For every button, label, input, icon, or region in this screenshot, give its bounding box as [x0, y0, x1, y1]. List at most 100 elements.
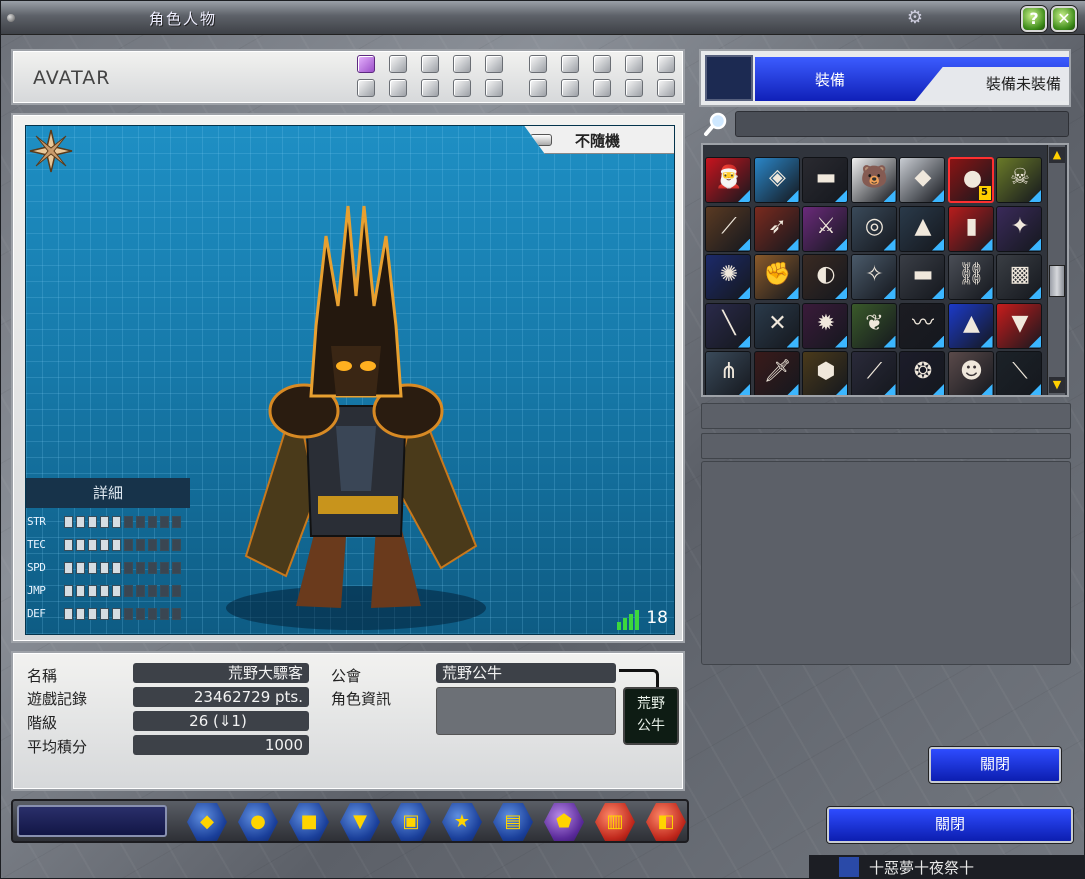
item-glyph: ▮ — [965, 213, 978, 239]
skull-mask-icon[interactable]: ☠ — [996, 157, 1042, 203]
bone-mask-icon[interactable]: ☻ — [947, 351, 994, 395]
avatar-slot[interactable] — [625, 55, 643, 73]
cards-icon[interactable]: ▤ — [493, 803, 533, 841]
gun-black-icon[interactable]: ▬ — [802, 157, 848, 203]
avatar-slot[interactable] — [561, 55, 579, 73]
cube-icon[interactable]: ◆ — [187, 803, 227, 841]
bronze-fist-icon[interactable]: ✊ — [753, 254, 800, 300]
box-icon[interactable]: ■ — [289, 803, 329, 841]
white-bear-icon[interactable]: 🐻 — [850, 157, 897, 203]
search-icon[interactable] — [703, 111, 729, 137]
avatar-slot[interactable] — [389, 79, 407, 97]
steel-ring-icon[interactable]: ◎ — [850, 205, 897, 252]
avatar-slot[interactable] — [357, 55, 375, 73]
avatar-slot[interactable] — [593, 79, 611, 97]
gear-ornament-icon: ⚙ — [906, 7, 924, 28]
avatar-slot[interactable] — [625, 79, 643, 97]
spike-claws-icon[interactable]: ⋔ — [705, 351, 751, 395]
pink-gem-icon[interactable]: ✹ — [802, 302, 848, 349]
item-glyph: ⚔ — [816, 213, 836, 239]
stat-pip — [112, 516, 121, 528]
help-button[interactable]: ? — [1021, 6, 1047, 32]
rivet-icon — [7, 14, 15, 22]
black-rifle-icon[interactable]: ⟍ — [996, 351, 1042, 395]
avatar-slot[interactable] — [421, 55, 439, 73]
blue-gadget-icon[interactable]: ◈ — [753, 157, 800, 203]
silver-wings-icon[interactable]: ✕ — [753, 302, 800, 349]
purple-blade-icon[interactable]: ⚔ — [802, 205, 848, 252]
avatar-slot[interactable] — [529, 79, 547, 97]
avatar-slot[interactable] — [485, 79, 503, 97]
avatar-slot[interactable] — [421, 79, 439, 97]
shield-icon[interactable]: ▼ — [340, 803, 380, 841]
item-glyph: ⟍ — [1012, 359, 1028, 384]
stat-pip — [124, 516, 133, 528]
shadow-ring-icon[interactable]: ❂ — [899, 351, 945, 395]
red-orb-icon[interactable]: ● 5 — [947, 157, 994, 203]
item-glyph: ⟋ — [721, 213, 737, 239]
stat-pip — [64, 539, 73, 551]
bag-icon[interactable]: ▣ — [391, 803, 431, 841]
avatar-slot[interactable] — [657, 79, 675, 97]
equipment-scrollbar[interactable]: ▲ ▼ — [1047, 145, 1065, 395]
character-preview[interactable]: 不隨機 詳細 STR TEC SPD JMP DEF 18 — [25, 125, 675, 635]
blue-hat-icon[interactable]: ▲ — [947, 302, 994, 349]
scroll-up-arrow-icon[interactable]: ▲ — [1049, 147, 1065, 163]
stat-pip — [124, 608, 133, 620]
spike-arrow-icon[interactable]: ▲ — [899, 205, 945, 252]
title-bar[interactable]: 角色人物 ⚙ ? ✕ — [1, 1, 1085, 35]
stat-name: SPD — [27, 561, 46, 574]
santa-hat-icon[interactable]: 🎅 — [705, 157, 751, 203]
flame-sword-icon[interactable]: 🗡 — [753, 351, 800, 395]
equipment-thumbnail — [705, 55, 753, 101]
star-icon[interactable]: ★ — [442, 803, 482, 841]
dark-wing-icon[interactable]: ✦ — [996, 205, 1042, 252]
avatar-slot[interactable] — [593, 55, 611, 73]
character-info-panel: 名稱 荒野大驃客 遊戲記錄 23462729 pts. 階級 26 (⇓1) 平… — [11, 651, 685, 791]
item-stat-bar — [701, 433, 1071, 459]
window-close-button[interactable]: ✕ — [1051, 6, 1077, 32]
chain-link-icon[interactable]: ⛓ — [947, 254, 994, 300]
green-cape-icon[interactable]: ❦ — [850, 302, 897, 349]
ranking-icon[interactable]: ▥ — [595, 803, 635, 841]
avatar-slot[interactable] — [453, 79, 471, 97]
purple-staff-icon[interactable]: ╲ — [705, 302, 751, 349]
dark-disc-icon[interactable]: ◐ — [802, 254, 848, 300]
close-button[interactable]: 關閉 — [827, 807, 1073, 843]
emblem-connector — [619, 669, 659, 689]
avatar-slot[interactable] — [389, 55, 407, 73]
avatar-slot[interactable] — [453, 55, 471, 73]
stat-pip — [64, 516, 73, 528]
scroll-thumb[interactable] — [1049, 265, 1065, 297]
silver-armor-icon[interactable]: ◆ — [899, 157, 945, 203]
avatar-slot[interactable] — [529, 55, 547, 73]
avatar-slot[interactable] — [357, 79, 375, 97]
red-canister-icon[interactable]: ▮ — [947, 205, 994, 252]
search-input[interactable] — [735, 111, 1069, 137]
dark-staff-icon[interactable]: ⟋ — [850, 351, 897, 395]
bronze-claw-icon[interactable]: ⟋ — [705, 205, 751, 252]
random-checkbox[interactable] — [530, 134, 552, 146]
avatar-slot[interactable] — [657, 55, 675, 73]
red-horn-icon[interactable]: ➶ — [753, 205, 800, 252]
blue-orb-gun-icon[interactable]: ✺ — [705, 254, 751, 300]
chat-icon[interactable]: ● — [238, 803, 278, 841]
avatar-slot[interactable] — [561, 79, 579, 97]
detail-header[interactable]: 詳細 — [26, 478, 190, 508]
avatar-slot[interactable] — [485, 55, 503, 73]
stat-pip — [112, 585, 121, 597]
black-whip-icon[interactable]: 〰 — [899, 302, 945, 349]
gold-plate-icon[interactable]: ⬢ — [802, 351, 848, 395]
robot-parts-icon[interactable]: ✧ — [850, 254, 897, 300]
stat-pip — [64, 608, 73, 620]
close-button-inner[interactable]: 關閉 — [929, 747, 1061, 783]
exit-icon[interactable]: ◧ — [646, 803, 686, 841]
random-toggle-tab[interactable]: 不隨機 — [524, 126, 674, 154]
scroll-down-arrow-icon[interactable]: ▼ — [1049, 377, 1065, 393]
gun-barrel-icon[interactable]: ▬ — [899, 254, 945, 300]
gray-armor-icon[interactable]: ▩ — [996, 254, 1042, 300]
stat-pip — [124, 585, 133, 597]
red-skirt-icon[interactable]: ▼ — [996, 302, 1042, 349]
helmet-icon[interactable]: ⬟ — [544, 803, 584, 841]
equipment-grid: 🎅 ◈ ▬ 🐻 ◆ ● 5 ☠ ⟋ ➶ ⚔ ◎ ▲ ▮ ✦ ✺ ✊ ◐ ✧ ▬ ⛓ ▩ ╲ ✕ ✹ ❦ 〰 ▲ ▼ ⋔ 🗡 ⬢ ⟋ ❂ ☻ ⟍ — [701, 143, 1069, 397]
